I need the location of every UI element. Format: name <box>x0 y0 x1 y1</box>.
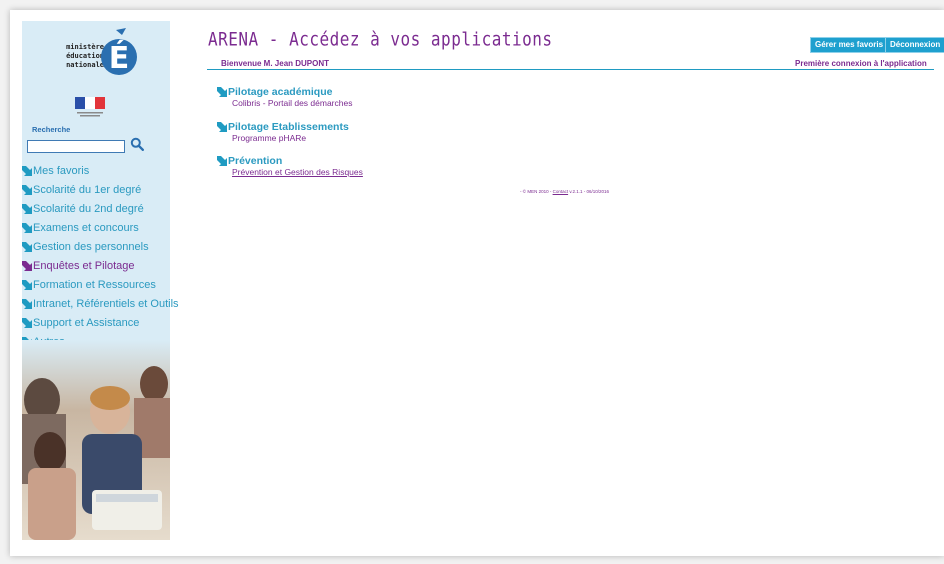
section-title-label: Pilotage académique <box>228 86 333 98</box>
logo-line-2: éducation <box>66 52 104 60</box>
footer: - © MEN 2010 - Contact v.2.1.1 - 06/10/2… <box>520 189 609 194</box>
section-title[interactable]: Pilotage académique <box>217 86 352 98</box>
sidebar-menu: Mes favoris Scolarité du 1er degré Scolari… <box>22 161 179 351</box>
search-icon[interactable] <box>130 137 144 151</box>
arrow-down-right-icon <box>217 87 227 97</box>
sidebar-menu-item[interactable]: Enquêtes et Pilotage <box>22 256 179 275</box>
sidebar-menu-item[interactable]: Support et Assistance <box>22 313 179 332</box>
arrow-down-right-icon <box>22 222 32 233</box>
section-prevention: Prévention Prévention et Gestion des Ris… <box>217 155 363 178</box>
sidebar-menu-item[interactable]: Scolarité du 2nd degré <box>22 199 179 218</box>
sidebar-menu-item[interactable]: Scolarité du 1er degré <box>22 180 179 199</box>
footer-version: v.2.1.1 - 06/10/2016 <box>568 189 610 194</box>
sidebar-menu-label: Intranet, Référentiels et Outils <box>33 297 179 310</box>
sidebar-menu-label: Mes favoris <box>33 164 90 177</box>
footer-contact-link[interactable]: Contact <box>553 189 569 194</box>
welcome-text: Bienvenue M. Jean DUPONT <box>221 59 330 68</box>
section-title-label: Prévention <box>228 155 283 167</box>
republique-flag-icon <box>75 97 105 117</box>
sidebar-menu-item[interactable]: Mes favoris <box>22 161 179 180</box>
sidebar-menu-label: Examens et concours <box>33 221 139 234</box>
section-title[interactable]: Pilotage Etablissements <box>217 121 349 133</box>
section-pilotage-academique: Pilotage académique Colibris - Portail d… <box>217 86 352 109</box>
logout-button[interactable]: Déconnexion <box>885 37 944 53</box>
section-title-label: Pilotage Etablissements <box>228 121 349 133</box>
sidebar-menu-item[interactable]: Intranet, Référentiels et Outils <box>22 294 179 313</box>
manage-favorites-button[interactable]: Gérer mes favoris <box>810 37 889 53</box>
svg-text:É: É <box>109 40 130 76</box>
arrow-down-right-icon <box>22 279 32 290</box>
arrow-down-right-icon <box>217 122 227 132</box>
arrow-down-right-icon <box>22 203 32 214</box>
ministry-logo: ministère éducation nationale É <box>56 28 138 90</box>
sidebar-menu-label: Scolarité du 2nd degré <box>33 202 144 215</box>
section-pilotage-etablissements: Pilotage Etablissements Programme pHARe <box>217 121 349 144</box>
search-input[interactable] <box>27 140 125 153</box>
page-title: ARENA - Accédez à vos applications <box>208 28 553 50</box>
sidebar-menu-item[interactable]: Formation et Ressources <box>22 275 179 294</box>
sidebar-menu-label: Gestion des personnels <box>33 240 149 253</box>
logo-text: ministère éducation nationale <box>56 43 104 70</box>
sidebar: ministère éducation nationale É Recherch… <box>22 21 179 540</box>
arrow-down-right-icon <box>22 184 32 195</box>
section-title[interactable]: Prévention <box>217 155 363 167</box>
sidebar-menu-label: Enquêtes et Pilotage <box>33 259 135 272</box>
arrow-down-right-icon <box>22 165 32 176</box>
app-link-prevention-risques[interactable]: Prévention et Gestion des Risques <box>232 167 363 178</box>
arrow-down-right-icon <box>22 241 32 252</box>
students-photo <box>22 340 170 540</box>
logo-e-icon: É <box>101 28 137 76</box>
arrow-down-right-icon <box>22 260 32 271</box>
sidebar-menu-label: Scolarité du 1er degré <box>33 183 142 196</box>
search-label: Recherche <box>32 125 71 134</box>
app-link-colibris[interactable]: Colibris - Portail des démarches <box>232 98 352 109</box>
first-connection-link[interactable]: Première connexion à l'application <box>795 59 934 68</box>
logo-line-3: nationale <box>66 61 104 69</box>
arrow-down-right-icon <box>22 298 32 309</box>
sidebar-menu-label: Support et Assistance <box>33 316 140 329</box>
header-divider <box>207 69 934 70</box>
sidebar-menu-item[interactable]: Gestion des personnels <box>22 237 179 256</box>
sidebar-menu-item[interactable]: Examens et concours <box>22 218 179 237</box>
logo-line-1: ministère <box>66 43 104 51</box>
footer-copyright: - © MEN 2010 - <box>520 189 553 194</box>
arrow-down-right-icon <box>217 156 227 166</box>
app-link-phare[interactable]: Programme pHARe <box>232 133 349 144</box>
sidebar-menu-label: Formation et Ressources <box>33 278 156 291</box>
arrow-down-right-icon <box>22 317 32 328</box>
